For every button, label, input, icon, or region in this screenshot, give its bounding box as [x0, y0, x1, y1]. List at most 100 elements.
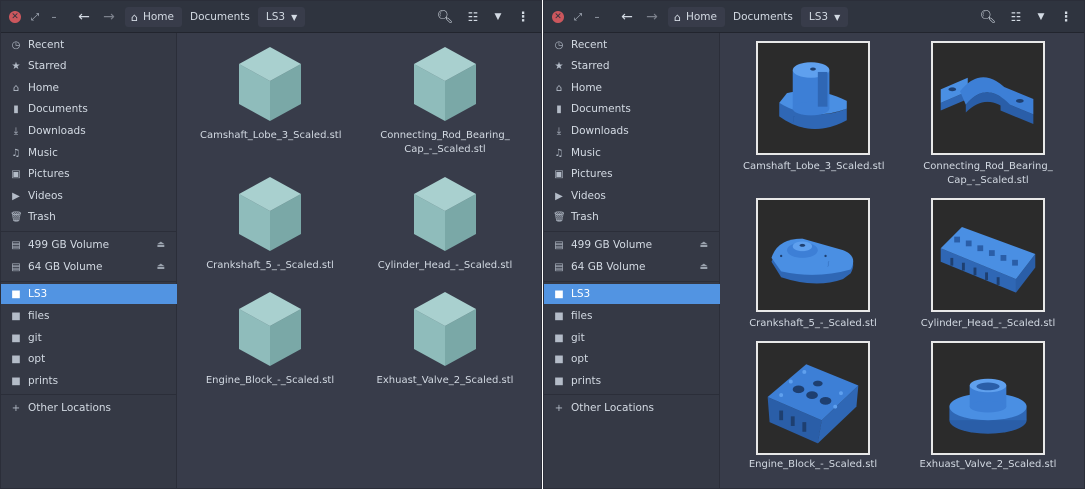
sidebar-item-volume-499[interactable]: ▤ 499 GB Volume ⏏ [544, 235, 720, 255]
sidebar-item-home[interactable]: ⌂ Home [1, 78, 177, 98]
file-tile[interactable]: Engine_Block_-_Scaled.stl [743, 341, 883, 471]
sidebar-item-label: files [571, 310, 593, 322]
breadcrumb-home[interactable]: ⌂ Home [125, 7, 182, 27]
file-tile[interactable]: Exhuast_Valve_2_Scaled.stl [375, 290, 515, 390]
eject-icon[interactable]: ⏏ [156, 262, 165, 272]
eject-icon[interactable]: ⏏ [699, 240, 708, 250]
close-icon[interactable]: ✕ [9, 11, 21, 23]
sidebar-item-trash[interactable]: 🗑︎ Trash [544, 207, 720, 227]
search-icon[interactable]: 🔍︎ [978, 7, 998, 27]
sidebar-item-opt[interactable]: ■ opt [1, 349, 177, 369]
sidebar-item-git[interactable]: ■ git [1, 328, 177, 348]
maximize-icon[interactable]: ⤢ [28, 7, 42, 27]
breadcrumb-home[interactable]: ⌂ Home [668, 7, 725, 27]
file-tile[interactable]: Cylinder_Head_-_Scaled.stl [375, 175, 515, 275]
sidebar-item-git[interactable]: ■ git [544, 328, 720, 348]
stl-thumbnail [931, 341, 1045, 455]
chevron-down-icon[interactable]: ▼ [1032, 7, 1050, 27]
breadcrumb-label: LS3 [808, 11, 829, 23]
sidebar-item-pictures[interactable]: ▣ Pictures [544, 164, 720, 184]
sidebar-item-videos[interactable]: ▶ Videos [1, 186, 177, 206]
kebab-menu-icon[interactable]: ⋮ [515, 7, 531, 27]
trash-icon: 🗑︎ [10, 211, 23, 223]
file-tile[interactable]: ʃ Camshaft_Lobe_3_Scaled.stl [743, 41, 885, 186]
sidebar-item-home[interactable]: ⌂ Home [544, 78, 720, 98]
sidebar-item-label: Starred [571, 60, 610, 72]
file-tile[interactable]: Connecting_Rod_Bearing_ Cap_-_Scaled.stl [375, 45, 515, 165]
breadcrumb-documents[interactable]: Documents [725, 7, 801, 27]
sidebar-divider [544, 231, 720, 232]
maximize-icon[interactable]: ⤢ [571, 7, 585, 27]
arrow-right-icon[interactable]: → [642, 7, 662, 27]
sidebar-item-other-locations[interactable]: + Other Locations [1, 398, 177, 418]
sidebar-item-label: Downloads [28, 125, 86, 137]
headerbar: ✕ ⤢ – ← → ⌂ Home Documents LS3 ▼ 🔍︎ ☷ ▼ ⋮ [1, 1, 541, 33]
chevron-down-icon[interactable]: ▼ [489, 7, 507, 27]
stl-file-icon [414, 292, 476, 366]
drive-icon: ▤ [11, 261, 21, 273]
file-tile[interactable]: Engine_Block_-_Scaled.stl [200, 290, 340, 390]
sidebar-item-ls3[interactable]: ■ LS3 [544, 284, 720, 304]
clock-icon: ◷ [11, 39, 21, 51]
breadcrumb-ls3[interactable]: LS3 ▼ [257, 7, 306, 27]
eject-icon[interactable]: ⏏ [699, 262, 708, 272]
sidebar-item-label: LS3 [571, 288, 591, 300]
sidebar-item-starred[interactable]: ★ Starred [544, 56, 720, 76]
sidebar-item-downloads[interactable]: ⤓ Downloads [1, 121, 177, 141]
sidebar-item-label: Recent [28, 39, 65, 51]
file-name: Engine_Block_-_Scaled.stl [748, 459, 878, 470]
arrow-left-icon[interactable]: ← [74, 7, 94, 27]
file-name: Connecting_Rod_Bearing_ Cap_-_Scaled.stl [923, 161, 1053, 186]
breadcrumb-documents[interactable]: Documents [182, 7, 258, 27]
kebab-menu-icon[interactable]: ⋮ [1058, 7, 1074, 27]
sidebar-divider [1, 281, 177, 282]
sidebar-item-label: Pictures [28, 168, 70, 180]
sidebar-item-recent[interactable]: ◷ Recent [1, 35, 177, 55]
breadcrumb-label: Home [685, 11, 717, 23]
sidebar-item-ls3[interactable]: ■ LS3 [1, 284, 177, 304]
sidebar-item-documents[interactable]: ▮ Documents [1, 99, 177, 119]
sidebar-item-volume-499[interactable]: ▤ 499 GB Volume ⏏ [1, 235, 177, 255]
search-icon[interactable]: 🔍︎ [435, 7, 455, 27]
document-icon: ▮ [13, 103, 19, 115]
file-tile[interactable]: Crankshaft_5_-_Scaled.stl [200, 175, 340, 275]
sidebar-item-prints[interactable]: ■ prints [1, 371, 177, 391]
sidebar-item-downloads[interactable]: ⤓ Downloads [544, 121, 720, 141]
arrow-left-icon[interactable]: ← [617, 7, 637, 27]
file-tile[interactable]: Connecting_Rod_Bearing_ Cap_-_Scaled.stl [918, 41, 1058, 186]
sidebar-item-music[interactable]: ♫ Music [544, 143, 720, 163]
close-icon[interactable]: ✕ [552, 11, 564, 23]
view-list-icon[interactable]: ☷ [1006, 7, 1026, 27]
arrow-right-icon[interactable]: → [99, 7, 119, 27]
sidebar-item-opt[interactable]: ■ opt [544, 349, 720, 369]
eject-icon[interactable]: ⏏ [156, 240, 165, 250]
file-tile[interactable]: ʃ Crankshaft_5_-_Scaled.stl [743, 198, 883, 329]
sidebar-item-starred[interactable]: ★ Starred [1, 56, 177, 76]
sidebar-item-prints[interactable]: ■ prints [544, 371, 720, 391]
minimize-icon[interactable]: – [47, 7, 61, 27]
file-tile[interactable]: Exhuast_Valve_2_Scaled.stl [918, 341, 1058, 471]
breadcrumb-ls3[interactable]: LS3 ▼ [800, 7, 849, 27]
sidebar-divider [544, 281, 720, 282]
sidebar-item-label: Documents [571, 103, 631, 115]
view-list-icon[interactable]: ☷ [463, 7, 483, 27]
sidebar-item-other-locations[interactable]: + Other Locations [544, 398, 720, 418]
chevron-down-icon: ▼ [291, 12, 298, 22]
sidebar-item-volume-64[interactable]: ▤ 64 GB Volume ⏏ [1, 257, 177, 277]
sidebar-item-pictures[interactable]: ▣ Pictures [1, 164, 177, 184]
sidebar-item-documents[interactable]: ▮ Documents [544, 99, 720, 119]
sidebar-item-trash[interactable]: 🗑︎ Trash [1, 207, 177, 227]
exhaust-valve-model-image [949, 378, 1027, 434]
sidebar-item-files[interactable]: ■ files [544, 306, 720, 326]
sidebar-item-videos[interactable]: ▶ Videos [544, 186, 720, 206]
file-tile[interactable]: Cylinder_Head_-_Scaled.stl [918, 198, 1058, 329]
sidebar-divider [544, 394, 720, 395]
drive-icon: ▤ [554, 239, 564, 251]
minimize-icon[interactable]: – [590, 7, 604, 27]
sidebar-item-volume-64[interactable]: ▤ 64 GB Volume ⏏ [544, 257, 720, 277]
file-tile[interactable]: Camshaft_Lobe_3_Scaled.stl [200, 45, 342, 165]
sidebar-item-recent[interactable]: ◷ Recent [544, 35, 720, 55]
sidebar-item-files[interactable]: ■ files [1, 306, 177, 326]
stl-thumbnail [931, 198, 1045, 312]
sidebar-item-music[interactable]: ♫ Music [1, 143, 177, 163]
